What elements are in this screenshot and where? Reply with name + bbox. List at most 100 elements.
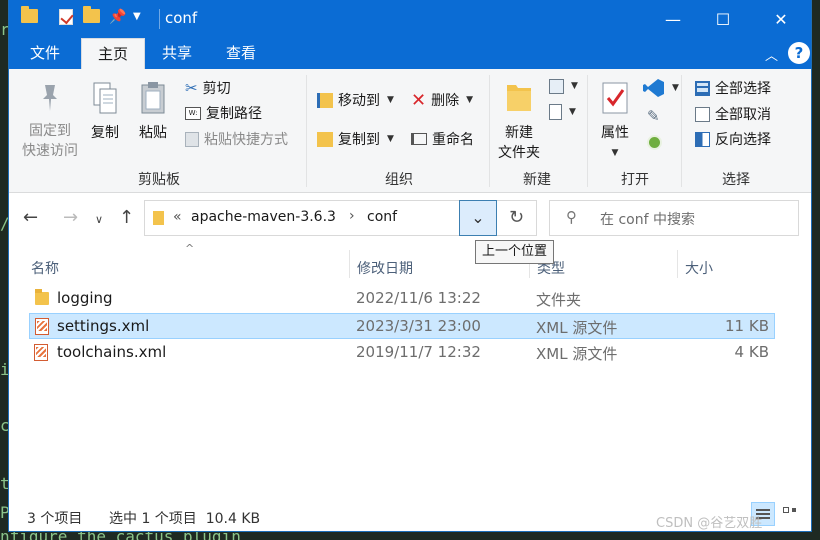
file-date: 2022/11/6 13:22: [356, 289, 481, 307]
column-divider[interactable]: [677, 250, 678, 278]
breadcrumb-overflow[interactable]: «: [173, 209, 182, 225]
breadcrumb-conf[interactable]: conf: [367, 209, 397, 225]
watermark: CSDN @谷艺双胜: [656, 516, 763, 531]
pin-to-quick-access-button[interactable]: 固定到 快速访问: [17, 81, 83, 161]
collapse-ribbon-icon[interactable]: ︿: [765, 45, 778, 64]
rename-label: 重命名: [432, 132, 474, 148]
copy-button[interactable]: 复制: [87, 81, 123, 143]
folder-icon: [21, 6, 38, 23]
copy-to-button[interactable]: 复制到 ▼: [317, 128, 394, 150]
group-separator: [681, 75, 682, 187]
up-arrow-icon[interactable]: ↑: [119, 207, 134, 228]
pin-icon[interactable]: 📌: [109, 9, 126, 25]
file-size: 4 KB: [734, 343, 769, 361]
new-folder-label-2: 文件夹: [498, 145, 540, 161]
select-none-icon: [695, 106, 710, 122]
move-to-button[interactable]: 移动到 ▼: [317, 89, 394, 111]
select-all-icon: [695, 80, 710, 96]
copy-path-button[interactable]: W: 复制路径: [185, 102, 262, 124]
pin-icon: [43, 85, 57, 111]
refresh-icon[interactable]: ↻: [497, 200, 537, 236]
copy-path-label: 复制路径: [206, 106, 262, 122]
recent-locations-chevron-icon[interactable]: ∨: [95, 213, 103, 226]
file-date: 2023/3/31 23:00: [356, 317, 481, 335]
new-folder-icon: [507, 85, 531, 111]
pin-label-2: 快速访问: [22, 143, 78, 159]
invert-selection-label: 反向选择: [715, 132, 771, 148]
rename-button[interactable]: 重命名: [411, 128, 474, 150]
file-name: logging: [57, 289, 113, 307]
address-folder-icon: [153, 211, 164, 225]
forward-arrow-icon[interactable]: →: [63, 207, 78, 228]
pin-label-1: 固定到: [29, 123, 71, 139]
group-separator: [587, 75, 588, 187]
new-folder-quick-icon[interactable]: [83, 6, 100, 23]
tab-home[interactable]: 主页: [81, 38, 145, 69]
paste-button[interactable]: 粘贴: [135, 81, 171, 143]
file-name: settings.xml: [57, 317, 150, 335]
paste-icon: [141, 82, 165, 114]
group-separator: [489, 75, 490, 187]
search-placeholder: 在 conf 中搜索: [600, 212, 695, 228]
properties-label: 属性: [601, 125, 629, 141]
maximize-button[interactable]: ☐: [695, 0, 751, 38]
move-to-icon: [317, 92, 333, 108]
file-type: XML 源文件: [536, 345, 618, 363]
copy-label: 复制: [91, 125, 119, 141]
file-row-toolchains-xml[interactable]: toolchains.xml 2019/11/7 12:32 XML 源文件 4…: [29, 340, 775, 366]
tab-share[interactable]: 共享: [145, 38, 209, 69]
open-with-dropdown-icon: ▼: [672, 83, 679, 93]
minimize-button[interactable]: —: [645, 0, 701, 38]
history-button[interactable]: [647, 131, 662, 153]
easy-access-button[interactable]: ▼: [549, 101, 576, 123]
new-folder-label-1: 新建: [505, 125, 533, 141]
back-arrow-icon[interactable]: ←: [23, 207, 38, 228]
tab-view[interactable]: 查看: [209, 38, 273, 69]
organize-group-label: 组织: [385, 172, 413, 188]
customize-toolbar-dropdown[interactable]: ▼: [133, 11, 141, 22]
xml-file-icon: [34, 344, 48, 361]
cut-button[interactable]: ✂ 剪切: [185, 77, 231, 99]
column-header-date[interactable]: 修改日期: [357, 258, 413, 278]
delete-button[interactable]: ✕ 删除 ▼: [411, 89, 473, 111]
file-row-settings-xml[interactable]: settings.xml 2023/3/31 23:00 XML 源文件 11 …: [29, 313, 775, 339]
move-to-dropdown-icon: ▼: [387, 95, 394, 105]
file-row-logging[interactable]: logging 2022/11/6 13:22 文件夹: [29, 286, 775, 312]
select-all-button[interactable]: 全部选择: [695, 77, 771, 99]
copy-to-label: 复制到: [338, 132, 380, 148]
tooltip: 上一个位置: [475, 240, 555, 264]
paste-shortcut-button[interactable]: 粘贴快捷方式: [185, 128, 288, 150]
tab-file[interactable]: 文件: [9, 38, 81, 69]
large-icons-view-icon[interactable]: [779, 502, 803, 526]
invert-selection-icon: [695, 131, 710, 147]
close-button[interactable]: ✕: [753, 0, 809, 38]
invert-selection-button[interactable]: 反向选择: [695, 128, 771, 150]
column-header-name[interactable]: 名称: [31, 258, 59, 278]
address-bar[interactable]: « apache-maven-3.6.3 › conf: [144, 200, 496, 236]
help-icon[interactable]: ?: [788, 42, 810, 64]
breadcrumb-separator[interactable]: ›: [349, 208, 355, 224]
xml-file-icon: [35, 318, 49, 335]
column-header-size[interactable]: 大小: [685, 258, 713, 278]
properties-quick-icon[interactable]: [59, 9, 73, 25]
column-divider[interactable]: [349, 250, 350, 278]
window-title: conf: [165, 9, 198, 27]
new-item-button[interactable]: ▼: [549, 75, 578, 97]
new-folder-button[interactable]: 新建 文件夹: [493, 79, 545, 163]
breadcrumb-apache-maven[interactable]: apache-maven-3.6.3: [191, 209, 336, 225]
open-with-button[interactable]: ▼: [643, 77, 679, 99]
rename-icon: [411, 133, 427, 145]
paste-shortcut-icon: [185, 131, 199, 147]
copy-path-icon: W:: [185, 106, 201, 120]
vscode-icon: [643, 79, 664, 97]
delete-x-icon: ✕: [411, 89, 427, 111]
select-none-button[interactable]: 全部取消: [695, 103, 771, 125]
paste-shortcut-label: 粘贴快捷方式: [204, 132, 288, 148]
history-icon: [647, 134, 662, 150]
copy-icon: [93, 82, 117, 114]
edit-button[interactable]: ✎: [647, 105, 660, 127]
properties-button[interactable]: 属性 ▼: [593, 79, 637, 163]
previous-locations-dropdown[interactable]: ⌄: [459, 200, 497, 236]
properties-icon: [602, 82, 628, 114]
search-box[interactable]: ⚲ 在 conf 中搜索: [549, 200, 799, 236]
